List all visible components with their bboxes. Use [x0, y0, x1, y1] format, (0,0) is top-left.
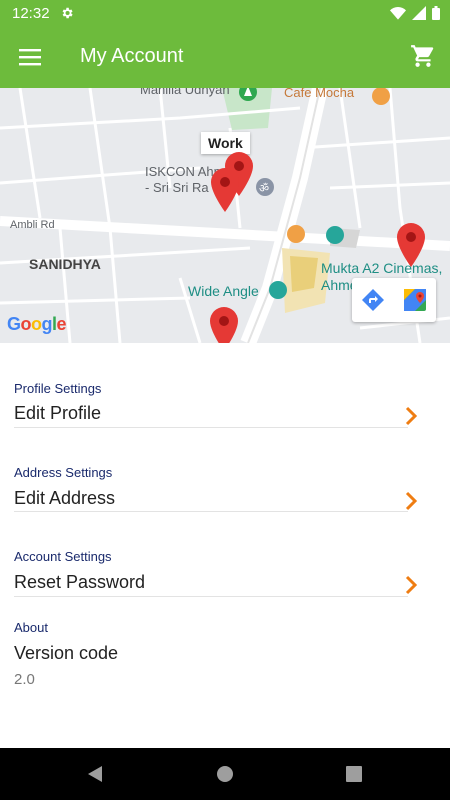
- address-settings-label: Address Settings: [14, 464, 113, 480]
- map-label-manilla: Manilla Udhyan: [140, 88, 230, 97]
- wifi-icon: [390, 7, 406, 20]
- map-marker-pin-icon[interactable]: [397, 223, 425, 267]
- menu-hamburger-icon[interactable]: [18, 45, 42, 69]
- open-in-maps-button[interactable]: [394, 278, 436, 322]
- page-title: My Account: [80, 45, 184, 67]
- profile-settings-label: Profile Settings: [14, 381, 102, 396]
- battery-icon: [432, 6, 440, 20]
- edit-profile-row[interactable]: Profile Settings Edit Profile: [14, 343, 418, 428]
- edit-address-row[interactable]: Address Settings Edit Address: [14, 428, 418, 512]
- system-nav-bar: [0, 748, 450, 800]
- recent-apps-icon[interactable]: [346, 766, 362, 782]
- version-code-label: Version code: [14, 642, 119, 663]
- directions-button[interactable]: [352, 278, 394, 322]
- chevron-right-icon: [405, 406, 418, 426]
- work-marker-callout: Work: [201, 132, 250, 154]
- map-label-iskcon-2: - Sri Sri Ra: [145, 180, 209, 195]
- chevron-right-icon: [405, 491, 418, 510]
- map-label-sanidhya: SANIDHYA: [29, 256, 101, 272]
- svg-text:ॐ: ॐ: [259, 182, 269, 195]
- status-bar: 12:32: [0, 0, 450, 26]
- home-icon[interactable]: [216, 765, 234, 783]
- map-label-cafe: Cafe Mocha: [284, 88, 355, 100]
- map-label-ambli-road: Ambli Rd: [10, 219, 55, 231]
- reset-password-row[interactable]: Account Settings Reset Password: [14, 512, 418, 597]
- cell-signal-icon: [412, 6, 426, 20]
- settings-gear-icon: [62, 7, 73, 19]
- app-bar: My Account: [0, 26, 450, 88]
- about-label: About: [14, 619, 48, 635]
- chevron-right-icon: [405, 575, 418, 595]
- back-icon[interactable]: [86, 765, 104, 783]
- google-logo: Google: [7, 314, 67, 334]
- map-label-wide-angle: Wide Angle: [188, 283, 259, 299]
- status-time: 12:32: [12, 5, 50, 22]
- edit-profile-text: Edit Profile: [14, 403, 102, 423]
- map-marker-pin-icon[interactable]: [210, 307, 238, 343]
- reset-password-text: Reset Password: [14, 572, 146, 592]
- directions-icon: [362, 289, 384, 311]
- edit-address-text: Edit Address: [14, 487, 116, 508]
- map-view[interactable]: ॐ Manilla Udhyan Cafe Mocha ISKCON Ahmed…: [0, 88, 450, 343]
- map-toolbar: [352, 278, 436, 322]
- work-marker-pin-icon[interactable]: [211, 168, 239, 212]
- shopping-cart-icon[interactable]: [410, 43, 436, 69]
- version-number: 2.0: [14, 670, 35, 688]
- account-settings-label: Account Settings: [14, 549, 112, 564]
- about-section: About Version code 2.0: [14, 597, 408, 707]
- status-icons: [390, 6, 440, 20]
- google-maps-icon: [404, 289, 426, 311]
- settings-list: Profile Settings Edit Profile Address Se…: [14, 343, 418, 707]
